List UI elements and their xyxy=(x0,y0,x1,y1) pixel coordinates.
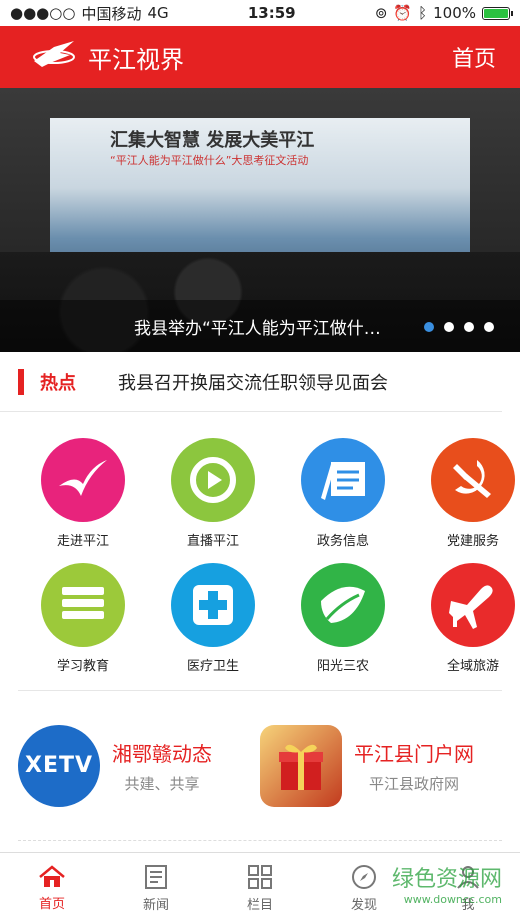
grid-item-label: 全域旅游 xyxy=(446,659,499,674)
grid-icon xyxy=(248,865,272,889)
play-icon xyxy=(171,438,255,522)
news-icon xyxy=(145,865,167,889)
grid-item-label: 走进平江 xyxy=(56,534,109,549)
compass-icon xyxy=(352,865,376,889)
carousel-dots[interactable] xyxy=(424,322,494,332)
grid-item-agriculture[interactable]: 阳光三农 xyxy=(278,563,408,674)
grid-item-label: 政务信息 xyxy=(316,534,369,549)
hot-tag: 热点 xyxy=(40,372,76,394)
carousel-dot[interactable] xyxy=(484,322,494,332)
card-title: 湘鄂赣动态 xyxy=(112,741,212,766)
grid-item-label: 党建服务 xyxy=(446,534,499,549)
hot-news-row[interactable]: 热点 我县召开换届交流任职领导见面会 xyxy=(0,352,502,412)
document-pen-icon xyxy=(301,438,385,522)
app-header: 平江视界 首页 xyxy=(0,26,520,88)
signal-icon: ●●●○○ xyxy=(10,4,76,22)
xetv-logo: XETV xyxy=(18,724,100,807)
card-county-portal[interactable]: 平江县门户网 平江县政府网 xyxy=(260,724,502,807)
card-title: 平江县门户网 xyxy=(354,741,474,766)
card-regional-news[interactable]: XETV 湘鄂赣动态 共建、共享 xyxy=(18,724,260,807)
battery-icon xyxy=(482,6,513,20)
site-watermark: 绿色资源网 www.downcc.com xyxy=(392,861,502,906)
tab-news[interactable]: 新闻 xyxy=(104,853,208,924)
grid-item-live[interactable]: 直播平江 xyxy=(148,438,278,549)
network-label: 4G xyxy=(147,4,169,22)
status-bar: ●●●○○ 中国移动 4G 13:59 ⊚ ⏰ ᛒ 100% xyxy=(0,0,520,26)
medical-cross-icon xyxy=(171,563,255,647)
hot-marker xyxy=(18,368,24,395)
carousel-dot[interactable] xyxy=(464,322,474,332)
gift-box-logo xyxy=(260,724,342,807)
bottom-tab-bar: 首页 新闻 栏目 发现 我 绿色资源网 www.downcc.com xyxy=(0,852,520,924)
home-icon xyxy=(39,865,65,887)
books-icon xyxy=(41,563,125,647)
bird-icon xyxy=(41,438,125,522)
watermark-text: 绿色资源网 xyxy=(391,867,502,892)
battery-label: 100% xyxy=(433,4,476,22)
tab-label: 新闻 xyxy=(142,898,169,913)
alarm-icon: ⏰ xyxy=(393,4,413,22)
grid-item-label: 阳光三农 xyxy=(316,659,369,674)
grid-item-label: 医疗卫生 xyxy=(186,659,239,674)
service-grid: 走进平江 直播平江 政务信息 党建服务 学习教育 医疗卫生 阳光三农 全域旅游 xyxy=(18,412,515,691)
app-logo-icon xyxy=(30,37,78,77)
airplane-icon xyxy=(431,563,515,647)
leaf-icon xyxy=(301,563,385,647)
home-link[interactable]: 首页 xyxy=(452,41,496,73)
grid-item-party[interactable]: 党建服务 xyxy=(408,438,520,549)
tab-columns[interactable]: 栏目 xyxy=(208,853,312,924)
banner-carousel[interactable]: 汇集大智慧 发展大美平江 “平江人能为平江做什么”大思考征文活动 我县举办“平江… xyxy=(0,88,520,352)
grid-item-medical[interactable]: 医疗卫生 xyxy=(148,563,278,674)
grid-item-tourism[interactable]: 全域旅游 xyxy=(408,563,520,674)
carousel-dot[interactable] xyxy=(444,322,454,332)
card-subtitle: 共建、共享 xyxy=(124,774,200,793)
grid-item-label: 学习教育 xyxy=(56,659,109,674)
tab-label: 首页 xyxy=(38,897,65,912)
tab-label: 栏目 xyxy=(246,898,273,913)
banner-screen-subtitle: “平江人能为平江做什么”大思考征文活动 xyxy=(110,154,309,167)
grid-item-label: 直播平江 xyxy=(186,534,239,549)
bluetooth-icon: ᛒ xyxy=(418,4,428,22)
watermark-url: www.downcc.com xyxy=(403,893,502,906)
card-subtitle: 平江县政府网 xyxy=(368,774,459,793)
hot-headline[interactable]: 我县召开换届交流任职领导见面会 xyxy=(118,369,388,395)
tab-label: 发现 xyxy=(350,898,377,913)
banner-screen-title: 汇集大智慧 发展大美平江 xyxy=(110,130,315,151)
app-title: 平江视界 xyxy=(88,45,184,74)
rotation-lock-icon: ⊚ xyxy=(374,4,388,22)
grid-item-intro[interactable]: 走进平江 xyxy=(18,438,148,549)
tab-home[interactable]: 首页 xyxy=(0,853,104,924)
carousel-dot[interactable] xyxy=(424,322,434,332)
grid-item-government[interactable]: 政务信息 xyxy=(278,438,408,549)
clock: 13:59 xyxy=(247,4,296,22)
hammer-sickle-icon xyxy=(431,438,515,522)
carrier-label: 中国移动 xyxy=(81,4,142,23)
grid-item-education[interactable]: 学习教育 xyxy=(18,563,148,674)
portal-cards: XETV 湘鄂赣动态 共建、共享 平江县门户网 平江县政府网 xyxy=(18,691,502,841)
